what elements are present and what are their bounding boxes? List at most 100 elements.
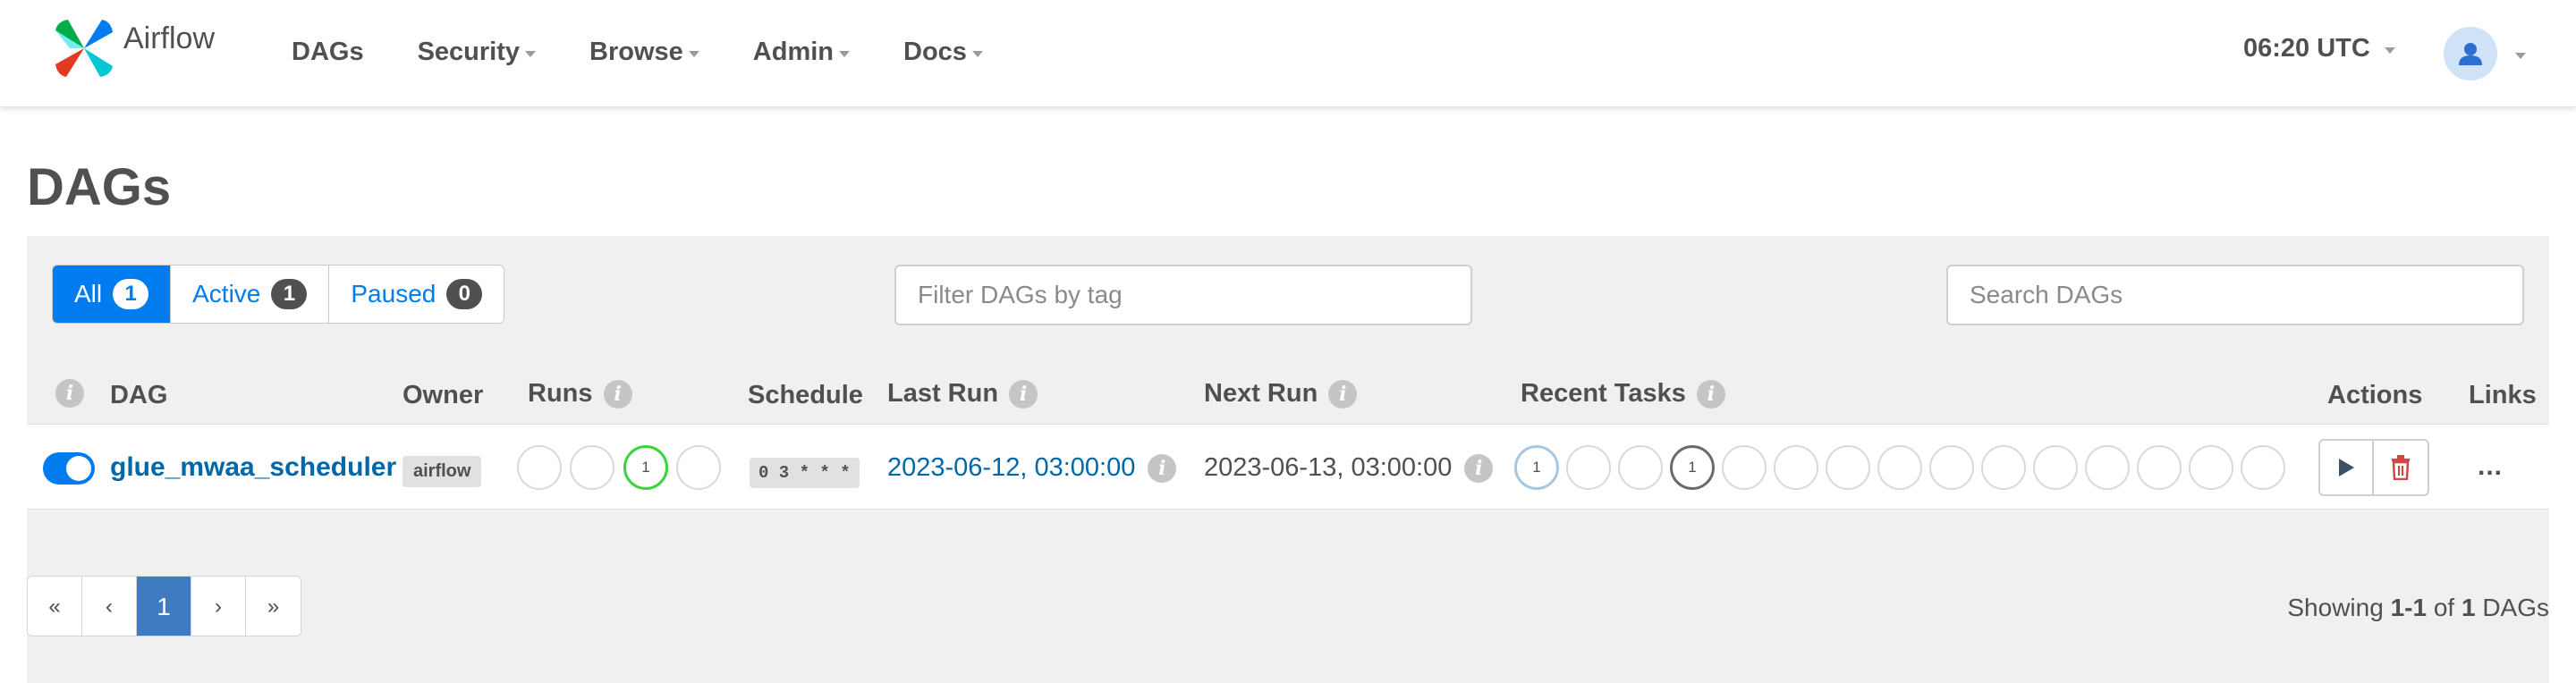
header-runs-label: Runs (528, 379, 593, 408)
last-run-link[interactable]: 2023-06-12, 03:00:00 (887, 453, 1135, 483)
nav-admin-label: Admin (752, 37, 835, 66)
pagination-first[interactable]: « (28, 577, 82, 636)
recent-task-circle[interactable] (2189, 445, 2233, 490)
user-menu[interactable] (2444, 27, 2526, 80)
header-recent-tasks-label: Recent Tasks (1521, 379, 1686, 408)
dag-run-circle[interactable] (517, 445, 562, 490)
tag-filter-input[interactable]: Filter DAGs by tag (894, 265, 1472, 325)
recent-task-circle[interactable]: 1 (1670, 445, 1715, 490)
pagination-last[interactable]: » (246, 577, 301, 636)
showing-total: 1 (2461, 594, 2476, 621)
pagination-current-page[interactable]: 1 (137, 577, 191, 636)
filter-all-button[interactable]: All 1 (53, 266, 172, 323)
header-dag-label: DAG (110, 381, 168, 409)
brand-name: Airflow (123, 21, 216, 55)
info-icon[interactable]: i (1328, 379, 1358, 409)
recent-task-circle[interactable] (1981, 445, 2026, 490)
header-links-label: Links (2469, 381, 2537, 409)
user-avatar[interactable] (2444, 27, 2497, 80)
nav-docs[interactable]: Docs (903, 38, 983, 67)
top-navbar: Airflow DAGs Security Browse Admin Docs … (0, 0, 2576, 107)
info-icon[interactable]: i (603, 379, 632, 409)
header-last-run-label: Last Run (887, 379, 999, 408)
page-title: DAGs (27, 158, 172, 216)
recent-task-circle[interactable]: 1 (1514, 445, 1559, 490)
nav-security[interactable]: Security (417, 37, 537, 67)
links-menu-button[interactable]: ... (2478, 451, 2503, 482)
recent-task-circle[interactable] (1929, 445, 1974, 490)
header-owner[interactable]: Owner (402, 381, 483, 410)
caret-down-icon (525, 50, 537, 57)
header-schedule-label: Schedule (748, 381, 863, 409)
nav-dags-label: DAGs (292, 37, 364, 66)
info-icon[interactable]: i (1464, 453, 1494, 483)
recent-task-circle[interactable] (2085, 445, 2130, 490)
pagination-prev[interactable]: ‹ (82, 577, 137, 636)
recent-task-circle[interactable] (1618, 445, 1663, 490)
info-icon[interactable]: i (1696, 379, 1725, 409)
dag-search-input[interactable]: Search DAGs (1946, 265, 2524, 325)
caret-down-icon (971, 50, 983, 57)
recent-task-circle[interactable] (1877, 445, 1922, 490)
header-schedule: Schedule (748, 381, 863, 410)
dag-search-placeholder: Search DAGs (1970, 281, 2123, 308)
showing-suffix: DAGs (2482, 594, 2549, 621)
dags-table-header: i DAG Owner Runs i Schedule Last Run i N… (27, 361, 2549, 424)
play-icon (2339, 459, 2354, 476)
nav-dags[interactable]: DAGs (292, 38, 364, 67)
brand-logo-link[interactable]: Airflow (50, 13, 215, 84)
filter-paused-button[interactable]: Paused 0 (329, 266, 504, 323)
tag-filter-placeholder: Filter DAGs by tag (918, 281, 1123, 308)
delete-dag-button[interactable] (2374, 439, 2429, 496)
nav-security-label: Security (417, 37, 521, 66)
dag-pause-toggle[interactable] (43, 452, 95, 485)
info-icon[interactable]: i (1009, 379, 1038, 409)
dag-run-circle[interactable] (570, 445, 614, 490)
recent-task-circle[interactable] (2033, 445, 2078, 490)
dag-id-link[interactable]: glue_mwaa_scheduler (110, 452, 396, 483)
filter-active-button[interactable]: Active 1 (171, 266, 330, 323)
header-next-run[interactable]: Next Run i (1204, 379, 1358, 409)
nav-browse[interactable]: Browse (589, 38, 699, 67)
dag-run-circle[interactable] (676, 445, 721, 490)
showing-of: of (2433, 594, 2455, 621)
caret-down-icon (2515, 52, 2526, 59)
showing-prefix: Showing (2287, 594, 2384, 621)
caret-down-icon (2384, 47, 2395, 54)
filter-active-label: Active (192, 280, 261, 308)
recent-task-circle[interactable] (2137, 445, 2182, 490)
caret-down-icon (688, 50, 699, 57)
next-run-text: 2023-06-13, 03:00:00 (1204, 453, 1453, 482)
clock-text: 06:20 UTC (2243, 34, 2370, 63)
recent-task-circle[interactable] (2241, 445, 2285, 490)
showing-summary: Showing 1-1 of 1 DAGs (2287, 594, 2549, 622)
pagination-next[interactable]: › (191, 577, 246, 636)
filter-paused-label: Paused (351, 280, 436, 308)
next-run: 2023-06-13, 03:00:00 i (1204, 453, 1494, 483)
recent-task-circle[interactable] (1566, 445, 1611, 490)
trigger-dag-button[interactable] (2318, 439, 2374, 496)
header-actions: Actions (2327, 381, 2422, 410)
header-dag[interactable]: DAG (110, 381, 167, 410)
info-icon[interactable]: i (1148, 453, 1177, 483)
last-run: 2023-06-12, 03:00:00 i (887, 453, 1177, 483)
header-owner-label: Owner (402, 381, 484, 409)
info-icon[interactable]: i (55, 379, 84, 408)
nav-admin[interactable]: Admin (752, 37, 851, 67)
row-actions (2318, 439, 2429, 496)
schedule-badge[interactable]: 0 3 * * * (750, 458, 860, 488)
recent-task-circle[interactable] (1722, 445, 1767, 490)
header-recent-tasks: Recent Tasks i (1521, 379, 1725, 409)
header-runs: Runs i (528, 379, 632, 409)
header-actions-label: Actions (2327, 381, 2423, 409)
dag-run-success-circle[interactable]: 1 (623, 445, 668, 490)
filter-all-count: 1 (113, 279, 149, 309)
trash-icon (2392, 455, 2410, 480)
timezone-clock-dropdown[interactable]: 06:20 UTC (2243, 34, 2395, 63)
recent-task-circle[interactable] (1774, 445, 1818, 490)
status-filter-group: All 1 Active 1 Paused 0 (52, 265, 505, 324)
recent-task-circle[interactable] (1826, 445, 1870, 490)
header-last-run: Last Run i (887, 379, 1038, 409)
owner-badge[interactable]: airflow (402, 456, 482, 487)
main-nav: DAGs Security Browse Admin Docs (292, 0, 1037, 104)
